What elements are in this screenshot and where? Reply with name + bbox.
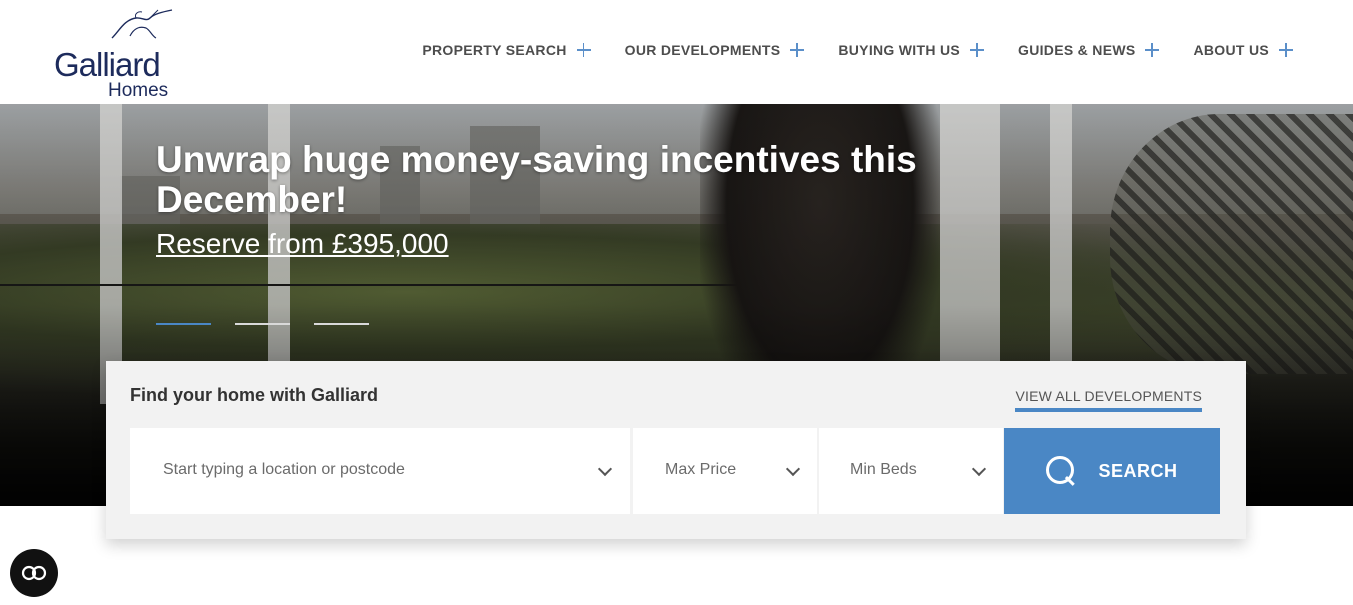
nav-label: OUR DEVELOPMENTS <box>624 42 781 58</box>
nav-item-buying-with-us[interactable]: BUYING WITH US <box>838 42 985 58</box>
plus-icon[interactable] <box>1145 43 1160 57</box>
nav-label: GUIDES & NEWS <box>1018 42 1136 58</box>
unicorn-emblem-icon <box>111 9 173 39</box>
search-panel: Find your home with Galliard VIEW ALL DE… <box>106 361 1246 539</box>
nav-item-property-search[interactable]: PROPERTY SEARCH <box>422 42 591 58</box>
search-button-label: SEARCH <box>1098 460 1178 481</box>
view-all-developments-link[interactable]: VIEW ALL DEVELOPMENTS <box>1015 388 1202 412</box>
search-icon <box>1046 456 1076 486</box>
galliard-logo[interactable]: Galliard Homes <box>54 8 184 101</box>
max-price-select[interactable]: Max Price <box>633 428 817 514</box>
carousel-dot-3[interactable] <box>314 323 369 325</box>
carousel-dot-2[interactable] <box>235 323 290 325</box>
site-header: Galliard Homes PROPERTY SEARCH OUR DEVEL… <box>0 0 1353 104</box>
search-button[interactable]: SEARCH <box>1004 428 1220 514</box>
min-beds-value: Min Beds <box>850 461 917 478</box>
logo-sub: Homes <box>108 80 169 101</box>
carousel-indicators <box>156 323 369 325</box>
nav-item-guides-news[interactable]: GUIDES & NEWS <box>1018 42 1160 58</box>
location-select[interactable]: Start typing a location or postcode <box>130 428 630 514</box>
plus-icon[interactable] <box>1279 43 1293 57</box>
carousel-dot-1[interactable] <box>156 323 211 325</box>
nav-label: BUYING WITH US <box>838 42 961 58</box>
min-beds-select[interactable]: Min Beds <box>819 428 1003 514</box>
chevron-down-icon <box>597 461 613 477</box>
hero-reserve-link[interactable]: Reserve from £395,000 <box>156 228 449 260</box>
nav-label: ABOUT US <box>1193 42 1269 58</box>
logo-name: Galliard <box>54 46 161 83</box>
main-nav: PROPERTY SEARCH OUR DEVELOPMENTS BUYING … <box>422 42 1293 58</box>
chevron-down-icon <box>971 461 987 477</box>
accessibility-button[interactable] <box>10 549 58 597</box>
plus-icon[interactable] <box>576 43 591 57</box>
page: Galliard Homes PROPERTY SEARCH OUR DEVEL… <box>0 0 1353 605</box>
search-panel-title: Find your home with Galliard <box>130 385 379 405</box>
hero-title: Unwrap huge money-saving incentives this… <box>156 139 917 220</box>
location-placeholder: Start typing a location or postcode <box>163 461 405 478</box>
nav-label: PROPERTY SEARCH <box>422 42 567 58</box>
max-price-value: Max Price <box>665 461 737 478</box>
nav-item-about-us[interactable]: ABOUT US <box>1193 42 1293 58</box>
plus-icon[interactable] <box>790 43 805 57</box>
nav-item-our-developments[interactable]: OUR DEVELOPMENTS <box>625 42 805 58</box>
chevron-down-icon <box>785 461 801 477</box>
accessibility-icon <box>21 565 47 581</box>
plus-icon[interactable] <box>970 43 985 57</box>
